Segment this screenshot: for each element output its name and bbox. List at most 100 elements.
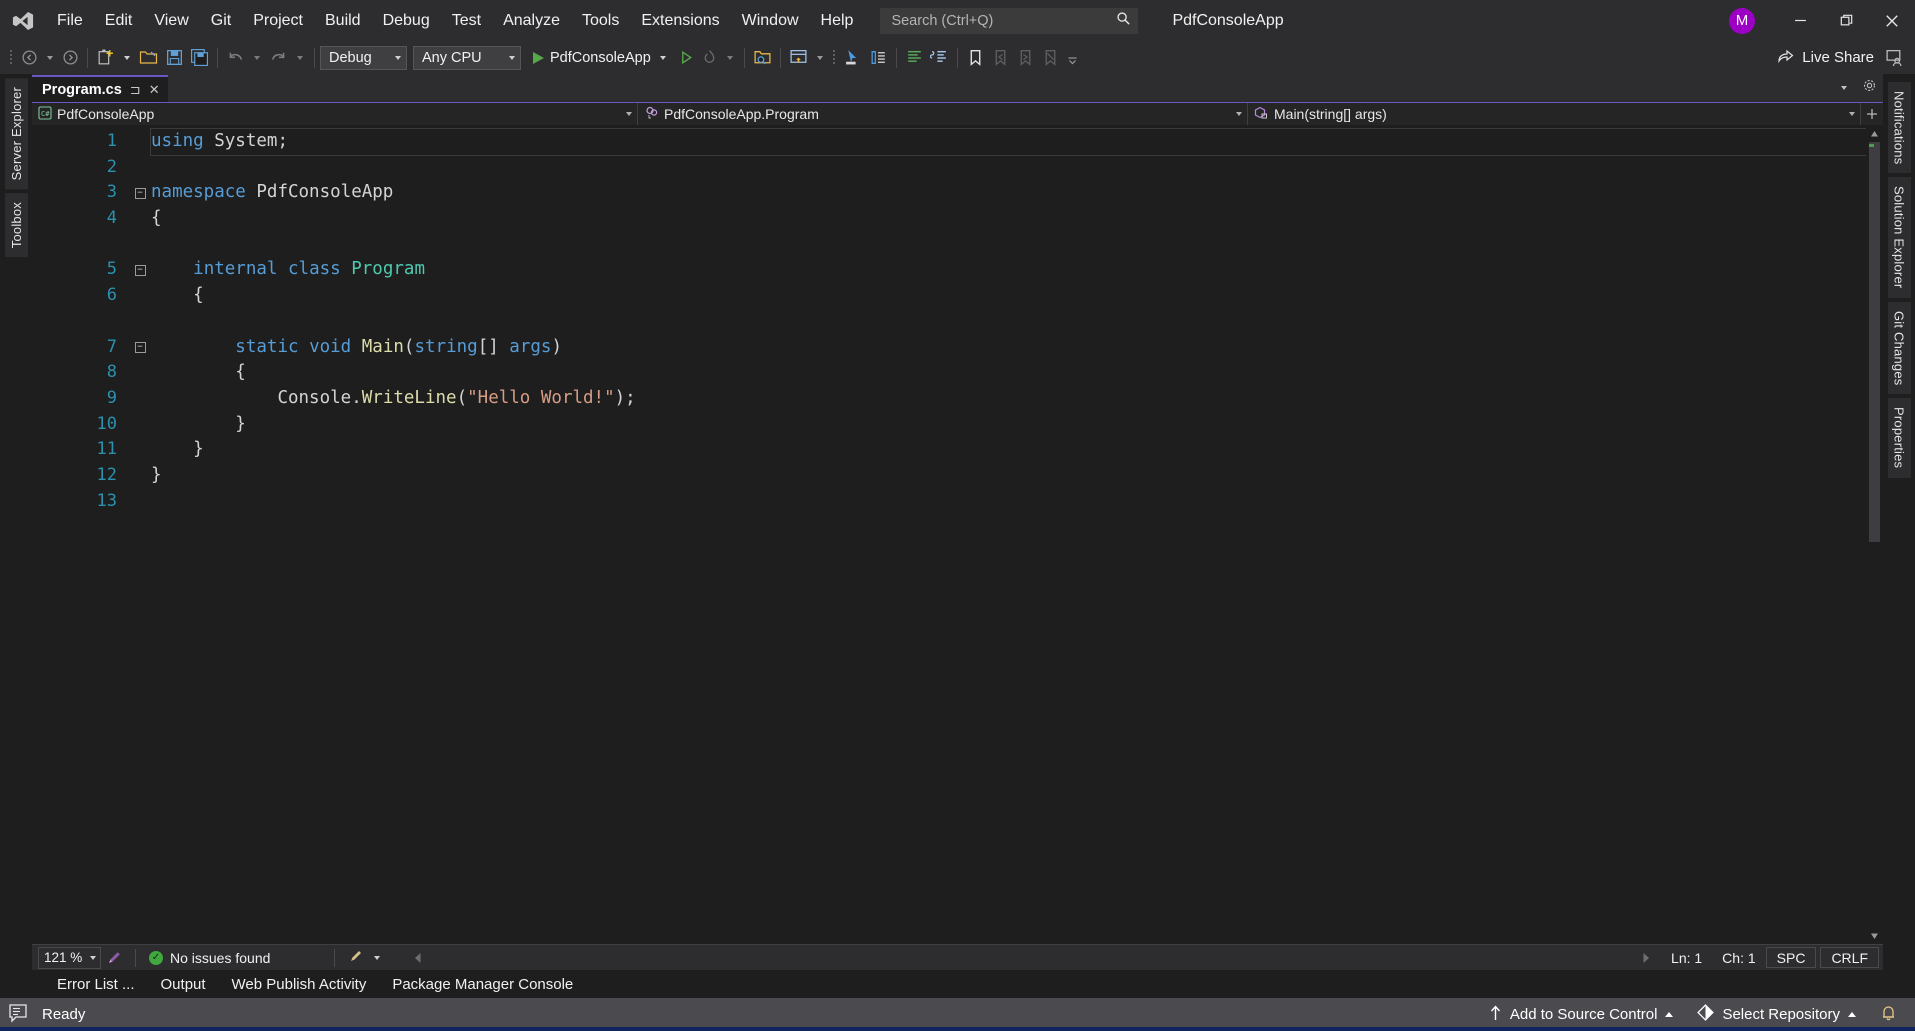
menu-item-git[interactable]: Git — [200, 0, 242, 41]
navigate-back-icon[interactable] — [18, 45, 41, 71]
sidebar-item-toolbox[interactable]: Toolbox — [5, 193, 28, 257]
indent-icon[interactable] — [866, 45, 891, 71]
editor-vertical-scrollbar[interactable] — [1866, 125, 1883, 944]
live-share-button[interactable]: Live Share — [1769, 45, 1882, 71]
next-bookmark-icon[interactable] — [1013, 45, 1038, 71]
code-line[interactable]: 6 { — [32, 283, 1866, 309]
menu-item-test[interactable]: Test — [441, 0, 492, 41]
navigate-back-dropdown[interactable] — [41, 45, 59, 71]
new-project-dropdown[interactable] — [118, 45, 136, 71]
menu-item-view[interactable]: View — [143, 0, 199, 41]
scrollbar-track[interactable] — [1866, 142, 1883, 927]
redo-dropdown[interactable] — [291, 45, 309, 71]
ink-annotation-icon[interactable] — [103, 945, 126, 971]
issues-status[interactable]: ✓ No issues found — [145, 950, 274, 966]
scroll-up-icon[interactable] — [1866, 125, 1883, 142]
document-tab-program-cs[interactable]: Program.cs ⊐ ✕ — [32, 75, 168, 102]
code-line[interactable]: 4{ — [32, 206, 1866, 232]
zoom-level-dropdown[interactable]: 121 % — [38, 947, 101, 969]
sidebar-item-properties[interactable]: Properties — [1888, 398, 1911, 477]
hot-reload-icon[interactable] — [698, 45, 721, 71]
scroll-right-icon[interactable] — [1631, 947, 1661, 968]
fold-toggle[interactable]: − — [129, 188, 151, 199]
uncomment-icon[interactable] — [927, 45, 952, 71]
start-without-debugging-icon[interactable] — [675, 45, 698, 71]
toolbar-grip[interactable] — [6, 45, 18, 71]
close-button[interactable] — [1869, 0, 1915, 41]
code-line[interactable]: 1using System; — [32, 129, 1866, 155]
pointer-icon[interactable] — [841, 45, 866, 71]
code-line[interactable]: 11 } — [32, 437, 1866, 463]
code-line[interactable]: 13 — [32, 489, 1866, 515]
scroll-left-icon[interactable] — [409, 952, 427, 964]
gear-icon[interactable] — [1862, 78, 1877, 98]
code-line[interactable]: 2 — [32, 155, 1866, 181]
open-file-icon[interactable] — [136, 45, 162, 71]
save-icon[interactable] — [162, 45, 187, 71]
window-layout-dropdown[interactable] — [811, 45, 829, 71]
tab-package-manager-console[interactable]: Package Manager Console — [379, 970, 586, 998]
fold-toggle[interactable]: − — [129, 265, 151, 276]
code-editor[interactable]: 1using System;23−namespace PdfConsoleApp… — [32, 125, 1866, 944]
menu-item-build[interactable]: Build — [314, 0, 372, 41]
sidebar-item-notifications[interactable]: Notifications — [1888, 82, 1911, 173]
member-dropdown[interactable]: Main(string[] args) — [1248, 103, 1861, 125]
sidebar-item-solution-explorer[interactable]: Solution Explorer — [1888, 177, 1911, 297]
configuration-dropdown[interactable]: Debug — [320, 46, 407, 70]
save-all-icon[interactable] — [187, 45, 212, 71]
tab-output[interactable]: Output — [148, 970, 219, 998]
menu-item-tools[interactable]: Tools — [571, 0, 630, 41]
code-line[interactable]: 5− internal class Program — [32, 257, 1866, 283]
undo-icon[interactable] — [223, 45, 248, 71]
code-line[interactable]: 3−namespace PdfConsoleApp — [32, 180, 1866, 206]
project-dropdown[interactable]: C# PdfConsoleApp — [32, 103, 638, 125]
comment-icon[interactable] — [902, 45, 927, 71]
menu-item-edit[interactable]: Edit — [94, 0, 144, 41]
avatar[interactable]: M — [1729, 8, 1755, 34]
tab-error-list[interactable]: Error List ... — [44, 970, 148, 998]
platform-dropdown[interactable]: Any CPU — [413, 46, 521, 70]
type-dropdown[interactable]: PdfConsoleApp.Program — [638, 103, 1248, 125]
toolbar-grip[interactable] — [829, 45, 841, 71]
sidebar-item-server-explorer[interactable]: Server Explorer — [5, 78, 28, 189]
close-icon[interactable]: ✕ — [149, 82, 160, 98]
line-ending-indicator[interactable]: CRLF — [1820, 947, 1879, 968]
tab-web-publish-activity[interactable]: Web Publish Activity — [219, 970, 380, 998]
scroll-down-icon[interactable] — [1866, 927, 1883, 944]
code-line[interactable]: 8 { — [32, 360, 1866, 386]
live-share-session-icon[interactable] — [1882, 45, 1907, 71]
code-line[interactable]: 7− static void Main(string[] args) — [32, 335, 1866, 361]
bookmark-icon[interactable] — [963, 45, 988, 71]
code-line[interactable]: 12} — [32, 463, 1866, 489]
menu-item-file[interactable]: File — [46, 0, 94, 41]
tab-list-dropdown-icon[interactable] — [1838, 86, 1850, 90]
code-line[interactable] — [32, 309, 1866, 335]
menu-item-project[interactable]: Project — [242, 0, 314, 41]
previous-bookmark-icon[interactable] — [988, 45, 1013, 71]
sidebar-item-git-changes[interactable]: Git Changes — [1888, 302, 1911, 394]
fold-toggle[interactable]: − — [129, 342, 151, 353]
code-line[interactable]: 10 } — [32, 412, 1866, 438]
search-input[interactable]: Search (Ctrl+Q) — [880, 8, 1138, 34]
toolbar-overflow-icon[interactable] — [1063, 45, 1082, 71]
expand-editor-icon[interactable] — [1861, 103, 1883, 125]
solution-explorer-search-icon[interactable] — [750, 45, 775, 71]
clear-bookmarks-icon[interactable] — [1038, 45, 1063, 71]
window-layout-icon[interactable] — [786, 45, 811, 71]
restore-button[interactable] — [1823, 0, 1869, 41]
menu-item-debug[interactable]: Debug — [372, 0, 441, 41]
code-line[interactable]: 9 Console.WriteLine("Hello World!"); — [32, 386, 1866, 412]
menu-item-extensions[interactable]: Extensions — [630, 0, 730, 41]
menu-item-analyze[interactable]: Analyze — [492, 0, 571, 41]
minimize-button[interactable] — [1777, 0, 1823, 41]
start-debugging-button[interactable]: PdfConsoleApp — [527, 45, 675, 71]
spaces-indicator[interactable]: SPC — [1766, 947, 1817, 968]
redo-icon[interactable] — [266, 45, 291, 71]
scrollbar-thumb[interactable] — [1869, 142, 1880, 542]
pen-tool[interactable] — [344, 948, 387, 967]
undo-dropdown[interactable] — [248, 45, 266, 71]
new-project-icon[interactable] — [93, 45, 118, 71]
menu-item-help[interactable]: Help — [810, 0, 865, 41]
code-line[interactable] — [32, 232, 1866, 258]
menu-item-window[interactable]: Window — [731, 0, 810, 41]
